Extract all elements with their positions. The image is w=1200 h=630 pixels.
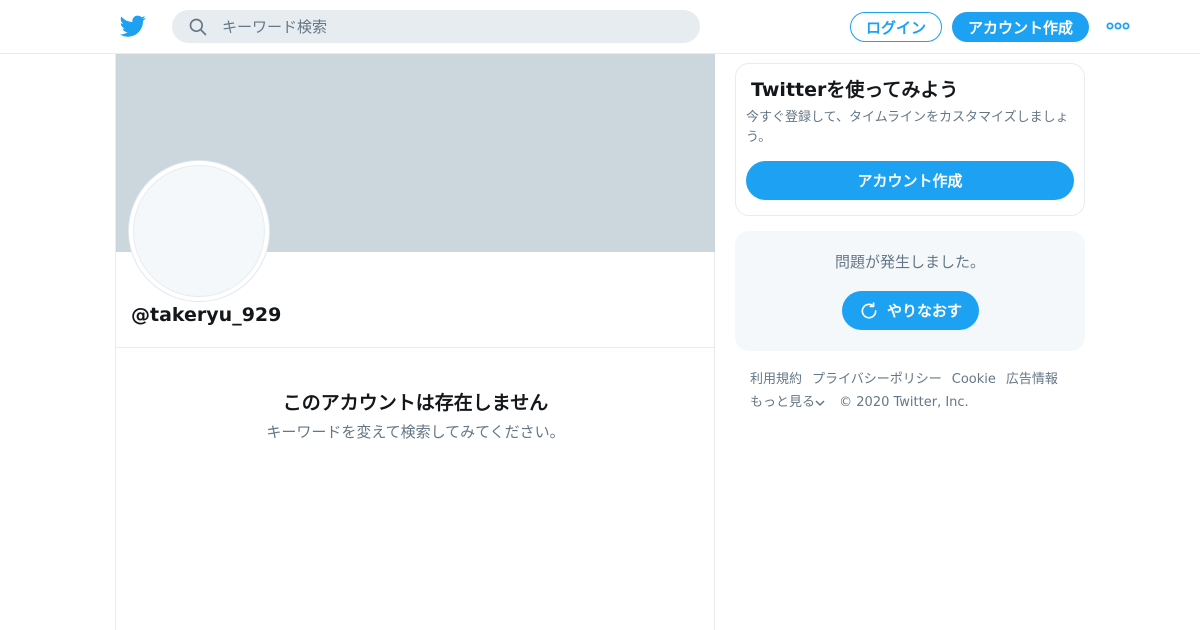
top-header: ログイン アカウント作成 <box>0 0 1200 54</box>
footer-link-cookie[interactable]: Cookie <box>952 372 996 387</box>
twitter-bird-icon[interactable] <box>120 13 146 39</box>
error-message: 問題が発生しました。 <box>834 253 985 271</box>
footer-links-row: 利用規約 プライバシーポリシー Cookie 広告情報 <box>750 368 1080 391</box>
retry-button-label: やりなおす <box>886 302 962 320</box>
footer-more-label: もっと見る <box>750 395 816 410</box>
signup-card-button[interactable]: アカウント作成 <box>746 161 1074 200</box>
footer-more-link[interactable]: もっと見る <box>750 395 825 410</box>
search-input[interactable] <box>222 10 682 43</box>
more-dots-icon[interactable] <box>1106 19 1130 33</box>
footer-link-ads[interactable]: 広告情報 <box>1006 372 1058 387</box>
profile-handle: @takeryu_929 <box>131 304 282 326</box>
avatar-image <box>133 165 265 297</box>
avatar <box>128 160 270 302</box>
footer: 利用規約 プライバシーポリシー Cookie 広告情報 もっと見る © 2020 Tw… <box>750 368 1080 414</box>
signup-card: Twitterを使ってみよう 今すぐ登録して、タイムラインをカスタマイズしましょ… <box>735 63 1085 216</box>
empty-state-title: このアカウントは存在しません <box>282 392 549 414</box>
footer-link-terms[interactable]: 利用規約 <box>750 372 802 387</box>
signup-card-title: Twitterを使ってみよう <box>751 79 959 101</box>
error-panel: 問題が発生しました。 やりなおす <box>735 231 1085 351</box>
search-icon <box>189 18 207 36</box>
empty-state-subtitle: キーワードを変えて検索してみてください。 <box>266 423 565 441</box>
signup-card-description: 今すぐ登録して、タイムラインをカスタマイズしましょう。 <box>746 110 1069 145</box>
footer-link-privacy[interactable]: プライバシーポリシー <box>812 372 942 387</box>
refresh-icon <box>861 301 877 319</box>
signup-button[interactable]: アカウント作成 <box>952 12 1089 42</box>
chevron-down-icon <box>815 399 825 406</box>
login-button[interactable]: ログイン <box>850 12 942 42</box>
footer-second-row: もっと見る © 2020 Twitter, Inc. <box>750 391 1080 414</box>
divider <box>116 347 715 348</box>
profile-column: @takeryu_929 このアカウントは存在しません キーワードを変えて検索し… <box>115 54 715 630</box>
retry-button[interactable]: やりなおす <box>842 291 979 330</box>
copyright-text: © 2020 Twitter, Inc. <box>839 395 969 410</box>
search-bar[interactable] <box>172 10 700 43</box>
